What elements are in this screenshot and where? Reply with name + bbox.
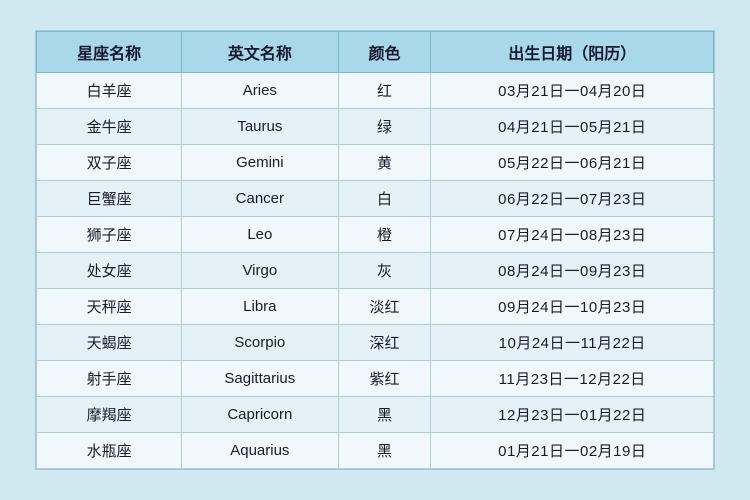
table-cell-9-0: 摩羯座 bbox=[37, 397, 182, 433]
table-header-cell: 出生日期（阳历） bbox=[431, 32, 714, 73]
table-cell-8-0: 射手座 bbox=[37, 361, 182, 397]
table-row: 白羊座Aries红03月21日一04月20日 bbox=[37, 73, 714, 109]
table-cell-10-2: 黑 bbox=[338, 433, 431, 469]
table-cell-5-2: 灰 bbox=[338, 253, 431, 289]
table-row: 狮子座Leo橙07月24日一08月23日 bbox=[37, 217, 714, 253]
table-cell-8-2: 紫红 bbox=[338, 361, 431, 397]
table-row: 天蝎座Scorpio深红10月24日一11月22日 bbox=[37, 325, 714, 361]
table-row: 摩羯座Capricorn黑12月23日一01月22日 bbox=[37, 397, 714, 433]
table-cell-7-2: 深红 bbox=[338, 325, 431, 361]
table-cell-9-3: 12月23日一01月22日 bbox=[431, 397, 714, 433]
table-cell-6-3: 09月24日一10月23日 bbox=[431, 289, 714, 325]
table-cell-4-1: Leo bbox=[182, 217, 338, 253]
table-cell-1-3: 04月21日一05月21日 bbox=[431, 109, 714, 145]
table-cell-8-1: Sagittarius bbox=[182, 361, 338, 397]
table-cell-0-2: 红 bbox=[338, 73, 431, 109]
table-cell-3-0: 巨蟹座 bbox=[37, 181, 182, 217]
table-body: 白羊座Aries红03月21日一04月20日金牛座Taurus绿04月21日一0… bbox=[37, 73, 714, 469]
table-cell-0-0: 白羊座 bbox=[37, 73, 182, 109]
table-row: 金牛座Taurus绿04月21日一05月21日 bbox=[37, 109, 714, 145]
table-cell-6-0: 天秤座 bbox=[37, 289, 182, 325]
table-cell-10-1: Aquarius bbox=[182, 433, 338, 469]
table-cell-4-3: 07月24日一08月23日 bbox=[431, 217, 714, 253]
table-cell-2-3: 05月22日一06月21日 bbox=[431, 145, 714, 181]
table-cell-1-1: Taurus bbox=[182, 109, 338, 145]
table-row: 巨蟹座Cancer白06月22日一07月23日 bbox=[37, 181, 714, 217]
table-cell-0-3: 03月21日一04月20日 bbox=[431, 73, 714, 109]
table-row: 双子座Gemini黄05月22日一06月21日 bbox=[37, 145, 714, 181]
table-cell-7-0: 天蝎座 bbox=[37, 325, 182, 361]
table-cell-8-3: 11月23日一12月22日 bbox=[431, 361, 714, 397]
table-cell-7-3: 10月24日一11月22日 bbox=[431, 325, 714, 361]
table-cell-1-2: 绿 bbox=[338, 109, 431, 145]
table-header-cell: 星座名称 bbox=[37, 32, 182, 73]
table-cell-6-2: 淡红 bbox=[338, 289, 431, 325]
table-cell-4-2: 橙 bbox=[338, 217, 431, 253]
table-cell-4-0: 狮子座 bbox=[37, 217, 182, 253]
table-cell-5-3: 08月24日一09月23日 bbox=[431, 253, 714, 289]
table-cell-2-2: 黄 bbox=[338, 145, 431, 181]
table-cell-5-0: 处女座 bbox=[37, 253, 182, 289]
table-header-cell: 颜色 bbox=[338, 32, 431, 73]
table-row: 射手座Sagittarius紫红11月23日一12月22日 bbox=[37, 361, 714, 397]
table-cell-1-0: 金牛座 bbox=[37, 109, 182, 145]
table-cell-0-1: Aries bbox=[182, 73, 338, 109]
table-header-row: 星座名称英文名称颜色出生日期（阳历） bbox=[37, 32, 714, 73]
table-cell-9-2: 黑 bbox=[338, 397, 431, 433]
table-cell-5-1: Virgo bbox=[182, 253, 338, 289]
table-cell-7-1: Scorpio bbox=[182, 325, 338, 361]
zodiac-table: 星座名称英文名称颜色出生日期（阳历） 白羊座Aries红03月21日一04月20… bbox=[36, 31, 714, 469]
table-cell-3-3: 06月22日一07月23日 bbox=[431, 181, 714, 217]
zodiac-table-container: 星座名称英文名称颜色出生日期（阳历） 白羊座Aries红03月21日一04月20… bbox=[35, 30, 715, 470]
table-cell-10-0: 水瓶座 bbox=[37, 433, 182, 469]
table-row: 天秤座Libra淡红09月24日一10月23日 bbox=[37, 289, 714, 325]
table-header-cell: 英文名称 bbox=[182, 32, 338, 73]
table-row: 处女座Virgo灰08月24日一09月23日 bbox=[37, 253, 714, 289]
table-cell-2-0: 双子座 bbox=[37, 145, 182, 181]
table-cell-6-1: Libra bbox=[182, 289, 338, 325]
table-cell-10-3: 01月21日一02月19日 bbox=[431, 433, 714, 469]
table-cell-9-1: Capricorn bbox=[182, 397, 338, 433]
table-cell-3-2: 白 bbox=[338, 181, 431, 217]
table-row: 水瓶座Aquarius黑01月21日一02月19日 bbox=[37, 433, 714, 469]
table-cell-3-1: Cancer bbox=[182, 181, 338, 217]
table-cell-2-1: Gemini bbox=[182, 145, 338, 181]
